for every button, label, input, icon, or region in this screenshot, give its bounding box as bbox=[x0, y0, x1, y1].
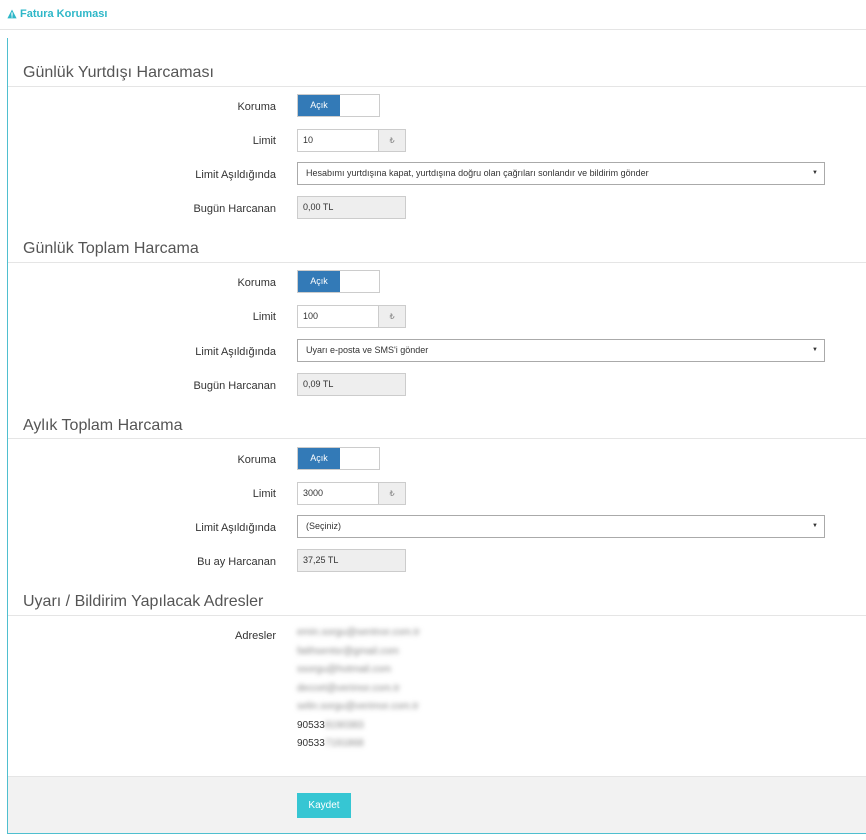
spent-today-field-total: 0,09 TL bbox=[297, 373, 406, 396]
select-value: Hesabımı yurtdışına kapat, yurtdışına do… bbox=[306, 168, 649, 178]
address-item: 905337191868 bbox=[297, 738, 364, 749]
koruma-toggle-monthly-total[interactable]: Açık bbox=[297, 447, 380, 470]
limit-input-monthly-total[interactable]: 3000 bbox=[297, 482, 379, 505]
limit-label: Limit bbox=[252, 311, 276, 323]
address-item: fatihsentsr@gmail.com bbox=[297, 645, 399, 657]
caret-down-icon: ▼ bbox=[812, 170, 818, 176]
exceed-label: Limit Aşıldığında bbox=[195, 522, 276, 534]
koruma-label: Koruma bbox=[237, 277, 276, 289]
address-item: 905338190383 bbox=[297, 719, 364, 731]
spent-label: Bugün Harcanan bbox=[193, 380, 276, 392]
lira-icon: ₺ bbox=[378, 482, 406, 505]
save-button[interactable]: Kaydet bbox=[297, 793, 351, 818]
limit-input-group: 10 ₺ bbox=[297, 129, 406, 152]
address-item: ssorgu@hotmail.com bbox=[297, 664, 392, 675]
toggle-on-label: Açık bbox=[298, 95, 340, 116]
section-divider bbox=[8, 615, 866, 616]
select-value: Uyarı e-posta ve SMS'i gönder bbox=[306, 345, 429, 355]
koruma-label: Koruma bbox=[237, 454, 276, 466]
exceed-action-select-monthly-total[interactable]: (Seçiniz) ▼ bbox=[297, 515, 825, 538]
section-title-daily-abroad: Günlük Yurtdışı Harcaması bbox=[23, 64, 214, 81]
address-list: emin.sorgu@sentnor.com.tr fatihsentsr@gm… bbox=[297, 624, 497, 754]
limit-input-group: 3000 ₺ bbox=[297, 482, 406, 505]
caret-down-icon: ▼ bbox=[812, 523, 818, 529]
exceed-label: Limit Aşıldığında bbox=[195, 346, 276, 358]
toggle-on-label: Açık bbox=[298, 448, 340, 469]
section-title-monthly-total: Aylık Toplam Harcama bbox=[23, 417, 183, 434]
section-divider bbox=[8, 86, 866, 87]
limit-input-group: 100 ₺ bbox=[297, 305, 406, 328]
exceed-label: Limit Aşıldığında bbox=[195, 169, 276, 181]
exceed-action-select-daily-abroad[interactable]: Hesabımı yurtdışına kapat, yurtdışına do… bbox=[297, 162, 825, 185]
address-item: selin.sorgu@verimor.com.tr bbox=[297, 701, 419, 712]
section-title-daily-total: Günlük Toplam Harcama bbox=[23, 240, 199, 257]
select-value: (Seçiniz) bbox=[306, 521, 342, 531]
lira-icon: ₺ bbox=[378, 305, 406, 328]
toggle-on-label: Açık bbox=[298, 271, 340, 292]
spent-today-field-abroad: 0,00 TL bbox=[297, 196, 406, 219]
page-title: Fatura Koruması bbox=[20, 8, 108, 20]
section-divider bbox=[8, 438, 866, 439]
limit-input-daily-abroad[interactable]: 10 bbox=[297, 129, 379, 152]
section-divider bbox=[8, 262, 866, 263]
limit-label: Limit bbox=[252, 135, 276, 147]
section-title-addresses: Uyarı / Bildirim Yapılacak Adresler bbox=[23, 593, 264, 610]
spent-label: Bugün Harcanan bbox=[193, 203, 276, 215]
limit-input-daily-total[interactable]: 100 bbox=[297, 305, 379, 328]
spent-label: Bu ay Harcanan bbox=[197, 556, 276, 568]
limit-label: Limit bbox=[252, 488, 276, 500]
koruma-toggle-daily-abroad[interactable]: Açık bbox=[297, 94, 380, 117]
addresses-label: Adresler bbox=[235, 630, 276, 642]
lira-icon: ₺ bbox=[378, 129, 406, 152]
address-item: emin.sorgu@sentnor.com.tr bbox=[297, 627, 420, 638]
page-header: Fatura Koruması bbox=[0, 0, 866, 30]
form-actions bbox=[8, 776, 866, 833]
koruma-label: Koruma bbox=[237, 101, 276, 113]
spent-month-field: 37,25 TL bbox=[297, 549, 406, 572]
address-item: deccet@verimor.com.tr bbox=[297, 682, 400, 694]
exceed-action-select-daily-total[interactable]: Uyarı e-posta ve SMS'i gönder ▼ bbox=[297, 339, 825, 362]
caret-down-icon: ▼ bbox=[812, 347, 818, 353]
warning-icon bbox=[7, 9, 17, 19]
koruma-toggle-daily-total[interactable]: Açık bbox=[297, 270, 380, 293]
